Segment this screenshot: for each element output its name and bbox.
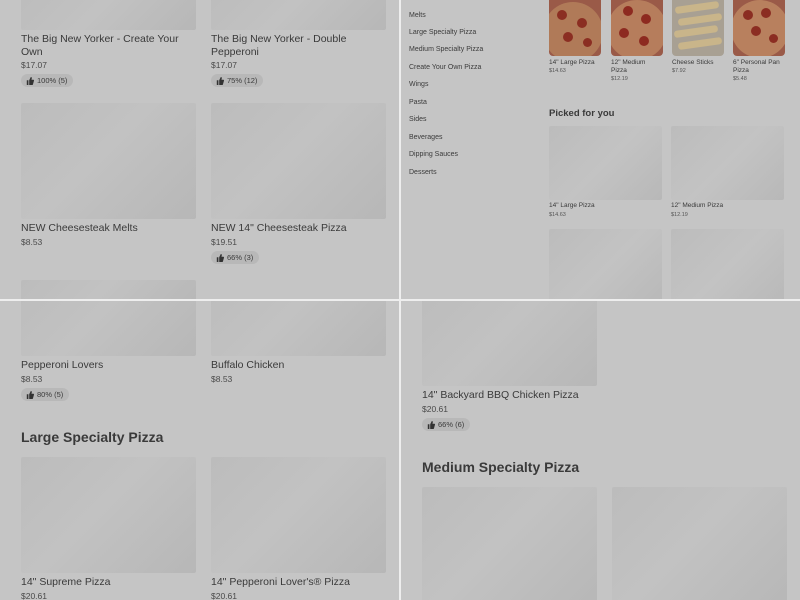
panel-divider-horizontal [0, 299, 800, 301]
item-image[interactable] [21, 103, 196, 219]
featured-item-title[interactable]: Cheese Sticks [672, 59, 724, 67]
section-heading: Medium Specialty Pizza [422, 459, 580, 475]
item-price: $20.61 [21, 591, 47, 600]
item-price: $8.53 [21, 374, 43, 384]
large-pizza-image[interactable] [549, 0, 601, 56]
item-image[interactable] [211, 301, 386, 356]
item-price: $20.61 [211, 591, 237, 600]
section-heading: Large Specialty Pizza [21, 429, 164, 445]
panel-bottom-left: Pepperoni Lovers $8.53 80% (5) Buffalo C… [0, 301, 399, 600]
rating-badge: 75% (12) [211, 74, 264, 87]
rating-badge: 100% (5) [21, 74, 74, 87]
item-title[interactable]: Pepperoni Lovers [21, 359, 103, 372]
item-price: $20.61 [422, 404, 448, 414]
item-price: $12.19 [671, 212, 688, 218]
item-image[interactable] [422, 487, 597, 600]
item-image[interactable] [21, 280, 196, 299]
rating-text: 100% (5) [37, 76, 68, 85]
rating-text: 66% (3) [227, 253, 254, 262]
item-image[interactable] [671, 126, 784, 200]
item-title[interactable]: The Big New Yorker - Create Your Own [21, 33, 196, 58]
rating-badge: 66% (3) [211, 251, 260, 264]
category-nav-item[interactable]: Create Your Own Pizza [409, 64, 481, 71]
item-image[interactable] [21, 457, 196, 573]
category-nav-item[interactable]: Melts [409, 12, 426, 19]
cheese-sticks-image[interactable] [672, 0, 724, 56]
item-image[interactable] [422, 301, 597, 386]
thumbs-up-icon [427, 420, 435, 429]
rating-text: 75% (12) [227, 76, 258, 85]
rating-text: 66% (6) [438, 420, 465, 429]
item-title[interactable]: 14" Backyard BBQ Chicken Pizza [422, 389, 579, 402]
category-nav-item[interactable]: Dipping Sauces [409, 151, 458, 158]
category-nav-item[interactable]: Desserts [409, 169, 437, 176]
category-nav-item[interactable]: Large Specialty Pizza [409, 29, 476, 36]
panel-bottom-right: 14" Backyard BBQ Chicken Pizza $20.61 66… [401, 301, 800, 600]
item-image[interactable] [671, 229, 784, 299]
personal-pan-pizza-image[interactable] [733, 0, 785, 56]
item-price: $19.51 [211, 237, 237, 247]
category-nav-item[interactable]: Sides [409, 116, 427, 123]
featured-item-price: $14.63 [549, 68, 566, 74]
item-price: $8.53 [211, 374, 233, 384]
category-nav-item[interactable]: Pasta [409, 99, 427, 106]
item-price: $17.07 [21, 60, 47, 70]
rating-badge: 66% (6) [422, 418, 471, 431]
item-image[interactable] [211, 457, 386, 573]
thumbs-up-icon [216, 76, 224, 85]
medium-pizza-image[interactable] [611, 0, 663, 56]
featured-item-title[interactable]: 14" Large Pizza [549, 59, 605, 67]
item-image[interactable] [211, 103, 386, 219]
item-image[interactable] [211, 0, 386, 30]
panel-top-left: The Big New Yorker - Create Your Own $17… [0, 0, 399, 299]
thumbs-up-icon [216, 253, 224, 262]
item-title[interactable]: Buffalo Chicken [211, 359, 284, 372]
featured-item-price: $12.19 [611, 76, 628, 82]
picked-for-you-heading: Picked for you [549, 108, 615, 119]
item-title[interactable]: 14" Pepperoni Lover's® Pizza [211, 576, 350, 589]
featured-item-title[interactable]: 6" Personal Pan Pizza [733, 59, 789, 75]
item-title[interactable]: The Big New Yorker - Double Pepperoni [211, 33, 386, 58]
item-image[interactable] [549, 126, 662, 200]
rating-badge: 80% (5) [21, 388, 70, 401]
rating-text: 80% (5) [37, 390, 64, 399]
featured-item-price: $7.92 [672, 68, 686, 74]
item-title[interactable]: NEW 14" Cheesesteak Pizza [211, 222, 347, 235]
category-nav-item[interactable]: Medium Specialty Pizza [409, 46, 483, 53]
item-price: $8.53 [21, 237, 43, 247]
item-title[interactable]: 14" Supreme Pizza [21, 576, 111, 589]
item-image[interactable] [21, 301, 196, 356]
thumbs-up-icon [26, 390, 34, 399]
thumbs-up-icon [26, 76, 34, 85]
item-image[interactable] [612, 487, 787, 600]
category-nav-item[interactable]: Beverages [409, 134, 442, 141]
featured-item-price: $5.48 [733, 76, 747, 82]
featured-item-title[interactable]: 12" Medium Pizza [611, 59, 663, 75]
category-nav-item[interactable]: Wings [409, 81, 428, 88]
item-image[interactable] [549, 229, 662, 299]
item-title[interactable]: 12" Medium Pizza [671, 202, 723, 210]
item-price: $17.07 [211, 60, 237, 70]
panel-top-right: Melts Large Specialty Pizza Medium Speci… [401, 0, 800, 299]
item-title[interactable]: 14" Large Pizza [549, 202, 595, 210]
item-price: $14.63 [549, 212, 566, 218]
item-image[interactable] [21, 0, 196, 30]
item-title[interactable]: NEW Cheesesteak Melts [21, 222, 138, 235]
